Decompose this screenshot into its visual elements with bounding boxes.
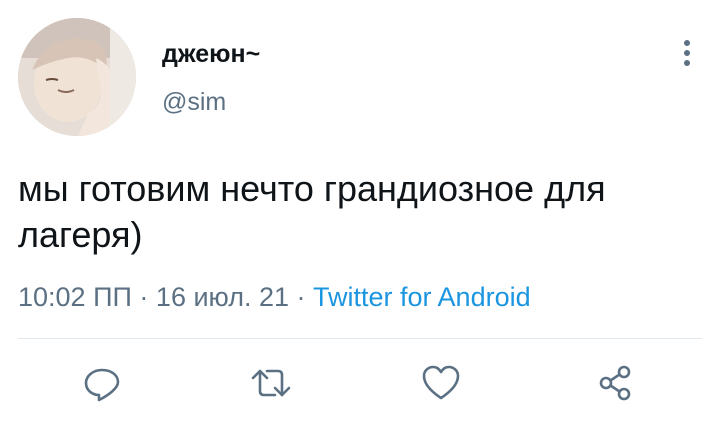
user-handle[interactable]: @sim xyxy=(162,88,226,117)
tweet-time[interactable]: 10:02 ПП xyxy=(18,282,132,312)
tweet-source-link[interactable]: Twitter for Android xyxy=(313,282,531,312)
tweet-card: джеюн~ @sim мы готовим нечто грандиозное… xyxy=(0,0,720,436)
reply-icon xyxy=(84,368,120,402)
more-options-button[interactable] xyxy=(672,36,702,70)
meta-separator: · xyxy=(139,282,149,312)
display-name[interactable]: джеюн~ xyxy=(162,40,260,69)
meta-separator: · xyxy=(296,282,306,312)
like-button[interactable] xyxy=(413,355,469,411)
divider xyxy=(18,338,702,339)
avatar-photo xyxy=(18,18,136,136)
action-bar xyxy=(0,355,720,411)
avatar[interactable] xyxy=(18,18,136,136)
share-icon xyxy=(599,365,631,401)
like-icon xyxy=(422,365,460,400)
tweet-text: мы готовим нечто грандиозное для лагеря) xyxy=(18,168,606,255)
share-button[interactable] xyxy=(588,355,644,411)
tweet-meta: 10:02 ПП · 16 июл. 21 · Twitter for Andr… xyxy=(18,282,531,313)
retweet-button[interactable] xyxy=(243,355,299,411)
reply-button[interactable] xyxy=(74,355,130,411)
retweet-icon xyxy=(251,369,291,397)
more-vertical-icon xyxy=(684,40,690,66)
tweet-date[interactable]: 16 июл. 21 xyxy=(156,282,289,312)
